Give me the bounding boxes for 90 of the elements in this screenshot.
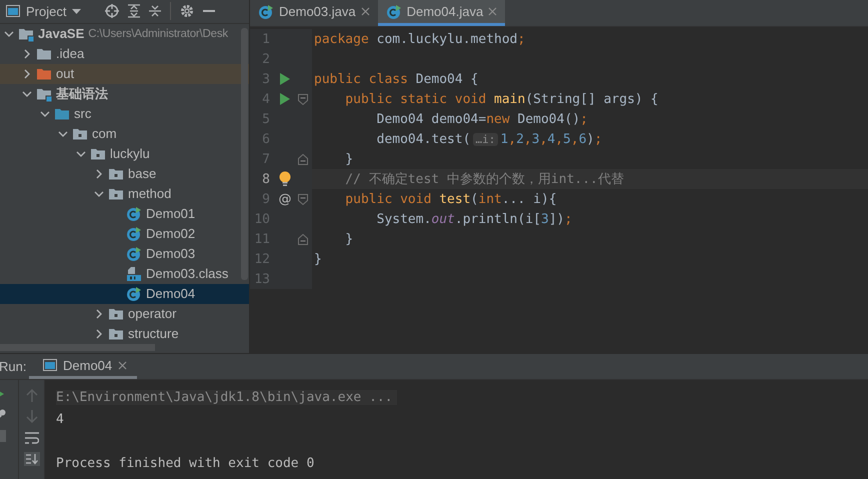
chevron-right-icon[interactable] (22, 48, 32, 59)
binary-file-icon (126, 266, 142, 282)
editor-tab[interactable]: Demo04.java (378, 0, 506, 26)
tree-label: com (92, 126, 117, 142)
tree-label: Demo03 (146, 246, 196, 262)
editor-tab[interactable]: Demo03.java (250, 0, 378, 26)
code-line: System.out.println(i[3]); (376, 212, 572, 226)
tree-label: 基础语法 (56, 84, 108, 103)
code-line: Demo04 demo04=new Demo04(); (376, 112, 588, 126)
close-icon[interactable] (360, 7, 370, 16)
code-line: // 不确定test 中参数的个数，用int...代替 (344, 171, 624, 188)
tree-item[interactable]: src (0, 104, 249, 124)
class-icon (126, 286, 142, 302)
chevron-down-icon[interactable] (22, 88, 32, 99)
tree-label: base (128, 166, 156, 182)
class-icon (126, 206, 142, 222)
lightbulb-icon[interactable] (279, 171, 291, 187)
caret-icon (72, 8, 82, 14)
code-line: } (344, 232, 354, 246)
fold-icon[interactable] (298, 194, 308, 204)
tree-item[interactable]: structure (0, 324, 249, 344)
expand-all-icon[interactable] (128, 4, 140, 18)
line-number: 8 (261, 172, 270, 186)
class-icon (126, 226, 142, 242)
tree-item[interactable]: JavaSE C:\Users\Administrator\Desk (0, 24, 249, 44)
tree-label: .idea (56, 46, 84, 62)
tree-item[interactable]: Demo01 (0, 204, 249, 224)
target-icon[interactable] (105, 4, 120, 18)
code-line: demo04.test( …i: 1,2,3,4,5,6); (376, 132, 602, 146)
tree-label: Demo01 (146, 206, 196, 222)
minimize-icon[interactable] (203, 10, 216, 12)
tree-item[interactable]: Demo04 (0, 284, 249, 304)
collapse-all-icon[interactable] (149, 4, 162, 18)
class-icon (258, 4, 274, 20)
scroll-to-end-icon[interactable] (24, 452, 40, 466)
code-line: } (344, 152, 354, 166)
code-line: public class Demo04 { (313, 72, 478, 86)
tree-label: Demo02 (146, 226, 196, 242)
tree-item[interactable]: operator (0, 304, 249, 324)
soft-wrap-icon[interactable] (24, 432, 38, 444)
tree-label: method (128, 186, 172, 202)
fold-icon[interactable] (298, 94, 308, 104)
tree-item[interactable]: method (0, 184, 249, 204)
module-path: C:\Users\Administrator\Desk (88, 28, 228, 40)
console-icon (43, 359, 57, 371)
settings-icon[interactable] (180, 4, 194, 18)
chevron-right-icon[interactable] (94, 168, 104, 179)
tree-item[interactable]: Demo03.class (0, 264, 249, 284)
console-line: 4 (56, 412, 64, 426)
class-icon (386, 4, 402, 20)
close-icon[interactable] (118, 360, 128, 370)
panel-icon (6, 5, 20, 18)
tree-item[interactable]: .idea (0, 44, 249, 64)
fold-icon[interactable] (298, 154, 308, 164)
tree-label: structure (128, 326, 179, 342)
tree-label: luckylu (110, 146, 150, 162)
tree-label: out (56, 66, 74, 82)
tree-item[interactable]: com (0, 124, 249, 144)
code-line: public void test(int... i){ (344, 192, 557, 206)
tree-item[interactable]: Demo02 (0, 224, 249, 244)
fold-icon[interactable] (298, 234, 308, 244)
tree-label: Demo04 (146, 286, 196, 302)
tree-item[interactable]: out (0, 64, 249, 84)
code-line: } (313, 252, 322, 266)
chevron-down-icon[interactable] (4, 28, 14, 39)
code-line: public static void main(String[] args) { (344, 92, 658, 106)
scrollbar[interactable] (241, 28, 248, 280)
console-line: Process finished with exit code 0 (56, 456, 314, 470)
chevron-down-icon[interactable] (76, 148, 86, 159)
run-icon[interactable] (280, 73, 290, 85)
tree-item[interactable]: Demo03 (0, 244, 249, 264)
run-label: Run: (0, 359, 28, 374)
chevron-down-icon[interactable] (40, 108, 50, 119)
chevron-right-icon[interactable] (94, 328, 104, 339)
tree-item[interactable]: base (0, 164, 249, 184)
chevron-down-icon[interactable] (58, 128, 68, 139)
chevron-right-icon[interactable] (22, 68, 32, 79)
class-icon (126, 246, 142, 262)
tree-label: src (74, 106, 92, 122)
override-icon[interactable]: @ (278, 192, 292, 206)
run-icon[interactable] (280, 93, 290, 105)
chevron-down-icon[interactable] (94, 188, 104, 199)
tree-item[interactable]: luckylu (0, 144, 249, 164)
code-line: package com.luckylu.method; (313, 32, 526, 46)
tree-label: Demo03.class (146, 266, 228, 282)
project-view-dropdown[interactable]: Project (6, 4, 82, 19)
chevron-right-icon[interactable] (94, 308, 104, 319)
tree-item[interactable]: 基础语法 (0, 84, 249, 104)
tree-label: JavaSE (38, 26, 84, 42)
tree-label: operator (128, 306, 176, 322)
